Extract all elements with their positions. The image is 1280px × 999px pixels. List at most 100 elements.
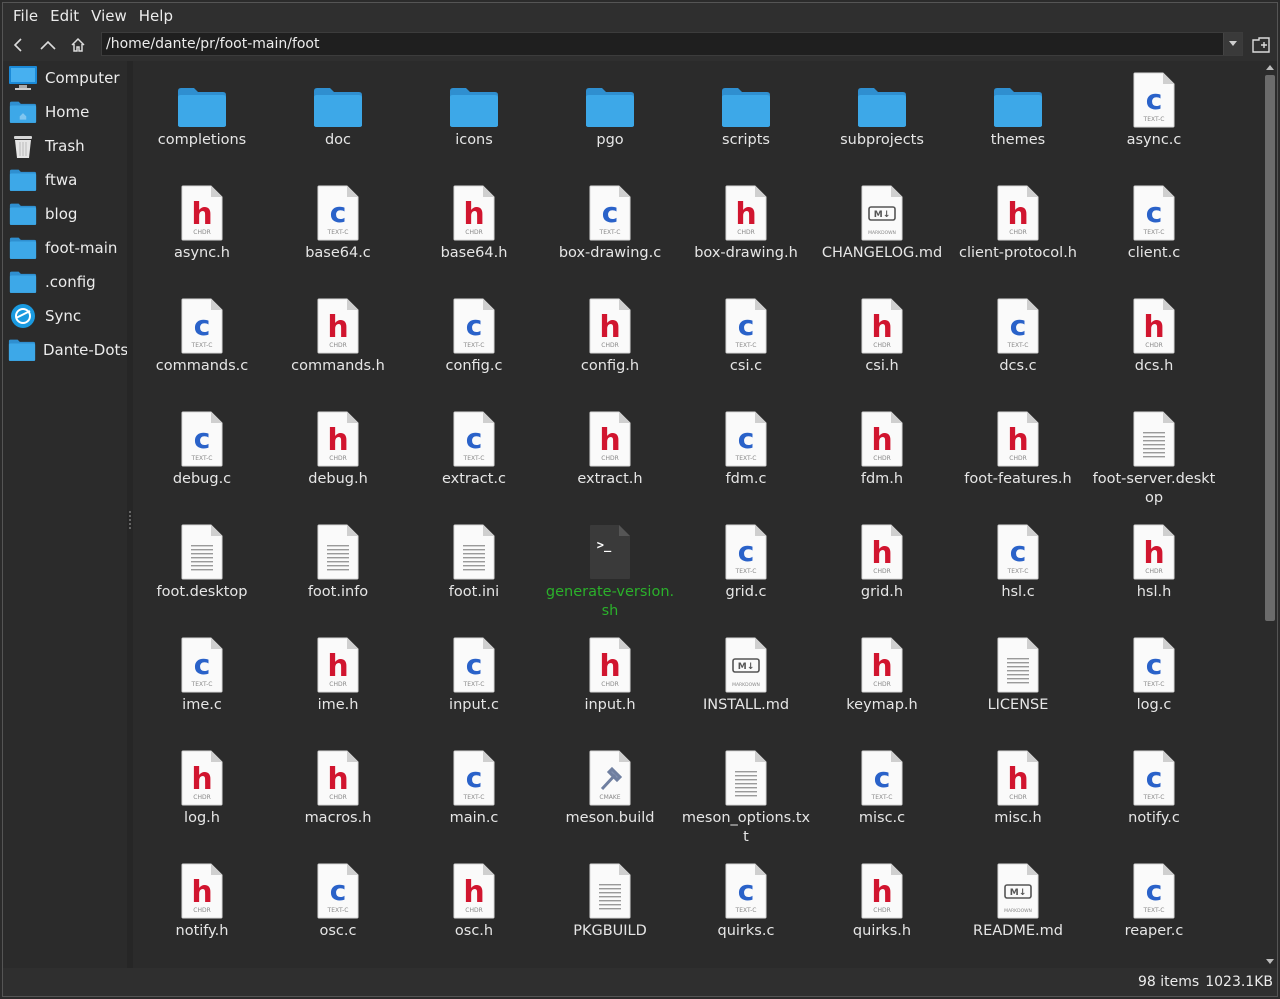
file-item[interactable]: h CHDR fdm.h	[814, 406, 950, 519]
file-item[interactable]: h CHDR osc.h	[406, 858, 542, 968]
file-item[interactable]: c TEXT-C osc.c	[270, 858, 406, 968]
file-item[interactable]: foot.desktop	[134, 519, 270, 632]
file-item[interactable]: c TEXT-C box-drawing.c	[542, 180, 678, 293]
up-button[interactable]	[33, 31, 63, 59]
sidebar-item-ftwa[interactable]: ftwa	[3, 163, 127, 197]
file-item[interactable]: c TEXT-C notify.c	[1086, 745, 1222, 858]
back-button[interactable]	[3, 31, 33, 59]
file-item[interactable]: c TEXT-C extract.c	[406, 406, 542, 519]
file-name: input.c	[449, 697, 499, 713]
file-item[interactable]: h CHDR grid.h	[814, 519, 950, 632]
file-item[interactable]: c TEXT-C log.c	[1086, 632, 1222, 745]
file-item[interactable]: h CHDR box-drawing.h	[678, 180, 814, 293]
svg-text:CHDR: CHDR	[193, 794, 211, 801]
file-item[interactable]: h CHDR commands.h	[270, 293, 406, 406]
sidebar-item-home[interactable]: Home	[3, 95, 127, 129]
file-item[interactable]: h CHDR dcs.h	[1086, 293, 1222, 406]
file-item[interactable]: foot.ini	[406, 519, 542, 632]
svg-text:c: c	[738, 535, 755, 568]
file-item[interactable]: c TEXT-C grid.c	[678, 519, 814, 632]
path-history-dropdown[interactable]	[1223, 33, 1242, 55]
scroll-thumb[interactable]	[1265, 75, 1275, 621]
svg-text:c: c	[1146, 761, 1163, 794]
file-item[interactable]: c TEXT-C async.c	[1086, 67, 1222, 180]
file-item[interactable]: c TEXT-C reaper.c	[1086, 858, 1222, 968]
file-item[interactable]: h CHDR keymap.h	[814, 632, 950, 745]
sidebar-item-sync[interactable]: Sync	[3, 299, 127, 333]
file-item[interactable]: h CHDR log.h	[134, 745, 270, 858]
menu-view[interactable]: View	[85, 4, 133, 28]
file-item[interactable]: h CHDR base64.h	[406, 180, 542, 293]
file-item[interactable]: M↓ MARKDOWN README.md	[950, 858, 1086, 968]
file-item[interactable]: c TEXT-C commands.c	[134, 293, 270, 406]
sidebar-item-config[interactable]: .config	[3, 265, 127, 299]
file-item[interactable]: foot.info	[270, 519, 406, 632]
file-name: box-drawing.h	[694, 245, 798, 261]
file-item[interactable]: h CHDR client-protocol.h	[950, 180, 1086, 293]
file-item[interactable]: c TEXT-C base64.c	[270, 180, 406, 293]
sidebar-item-dante-dots[interactable]: Dante-Dots	[3, 333, 128, 367]
file-item[interactable]: h CHDR debug.h	[270, 406, 406, 519]
path-input[interactable]	[102, 35, 1223, 53]
file-item[interactable]: c TEXT-C config.c	[406, 293, 542, 406]
sidebar-item-foot-main[interactable]: foot-main	[3, 231, 127, 265]
text-file-icon	[718, 745, 774, 807]
menu-help[interactable]: Help	[133, 4, 179, 28]
file-item[interactable]: PKGBUILD	[542, 858, 678, 968]
file-item[interactable]: c TEXT-C ime.c	[134, 632, 270, 745]
file-item[interactable]: M↓ MARKDOWN INSTALL.md	[678, 632, 814, 745]
menu-edit[interactable]: Edit	[44, 4, 85, 28]
file-item[interactable]: h CHDR extract.h	[542, 406, 678, 519]
new-tab-button[interactable]	[1249, 33, 1273, 57]
file-item[interactable]: CMAKE meson.build	[542, 745, 678, 858]
svg-text:CHDR: CHDR	[873, 568, 891, 575]
folder-item[interactable]: icons	[406, 67, 542, 180]
folder-item[interactable]: scripts	[678, 67, 814, 180]
folder-item[interactable]: completions	[134, 67, 270, 180]
file-item[interactable]: h CHDR notify.h	[134, 858, 270, 968]
svg-text:h: h	[871, 536, 892, 571]
folder-item[interactable]: subprojects	[814, 67, 950, 180]
file-item[interactable]: c TEXT-C client.c	[1086, 180, 1222, 293]
file-item[interactable]: c TEXT-C input.c	[406, 632, 542, 745]
svg-text:c: c	[330, 196, 347, 229]
file-item[interactable]: c TEXT-C misc.c	[814, 745, 950, 858]
scroll-down-arrow[interactable]	[1263, 956, 1277, 968]
sidebar-item-trash[interactable]: Trash	[3, 129, 127, 163]
file-item[interactable]: h CHDR misc.h	[950, 745, 1086, 858]
file-item[interactable]: h CHDR foot-features.h	[950, 406, 1086, 519]
folder-item[interactable]: doc	[270, 67, 406, 180]
file-item[interactable]: c TEXT-C main.c	[406, 745, 542, 858]
home-button[interactable]	[63, 31, 93, 59]
scroll-up-arrow[interactable]	[1263, 61, 1277, 73]
sidebar-item-blog[interactable]: blog	[3, 197, 127, 231]
file-item[interactable]: M↓ MARKDOWN CHANGELOG.md	[814, 180, 950, 293]
file-name: macros.h	[304, 810, 372, 826]
file-item[interactable]: h CHDR quirks.h	[814, 858, 950, 968]
file-item[interactable]: h CHDR async.h	[134, 180, 270, 293]
file-item[interactable]: h CHDR ime.h	[270, 632, 406, 745]
file-item[interactable]: LICENSE	[950, 632, 1086, 745]
file-item[interactable]: c TEXT-C debug.c	[134, 406, 270, 519]
file-item[interactable]: c TEXT-C fdm.c	[678, 406, 814, 519]
folder-item[interactable]: pgo	[542, 67, 678, 180]
file-item[interactable]: h CHDR config.h	[542, 293, 678, 406]
file-item[interactable]: h CHDR csi.h	[814, 293, 950, 406]
file-item[interactable]: c TEXT-C csi.c	[678, 293, 814, 406]
file-item[interactable]: h CHDR input.h	[542, 632, 678, 745]
file-name: fdm.c	[725, 471, 767, 487]
file-item[interactable]: c TEXT-C quirks.c	[678, 858, 814, 968]
file-item[interactable]: >_ generate-version.sh	[542, 519, 678, 632]
file-item[interactable]: h CHDR hsl.h	[1086, 519, 1222, 632]
file-item[interactable]: c TEXT-C hsl.c	[950, 519, 1086, 632]
vertical-scrollbar[interactable]	[1263, 61, 1277, 968]
file-item[interactable]: foot-server.desktop	[1086, 406, 1222, 519]
file-name: grid.h	[860, 584, 904, 600]
c-header-file-icon: h CHDR	[446, 858, 502, 920]
menu-file[interactable]: File	[7, 4, 44, 28]
file-item[interactable]: meson_options.txt	[678, 745, 814, 858]
sidebar-item-computer[interactable]: Computer	[3, 61, 127, 95]
file-item[interactable]: c TEXT-C dcs.c	[950, 293, 1086, 406]
file-item[interactable]: h CHDR macros.h	[270, 745, 406, 858]
folder-item[interactable]: themes	[950, 67, 1086, 180]
